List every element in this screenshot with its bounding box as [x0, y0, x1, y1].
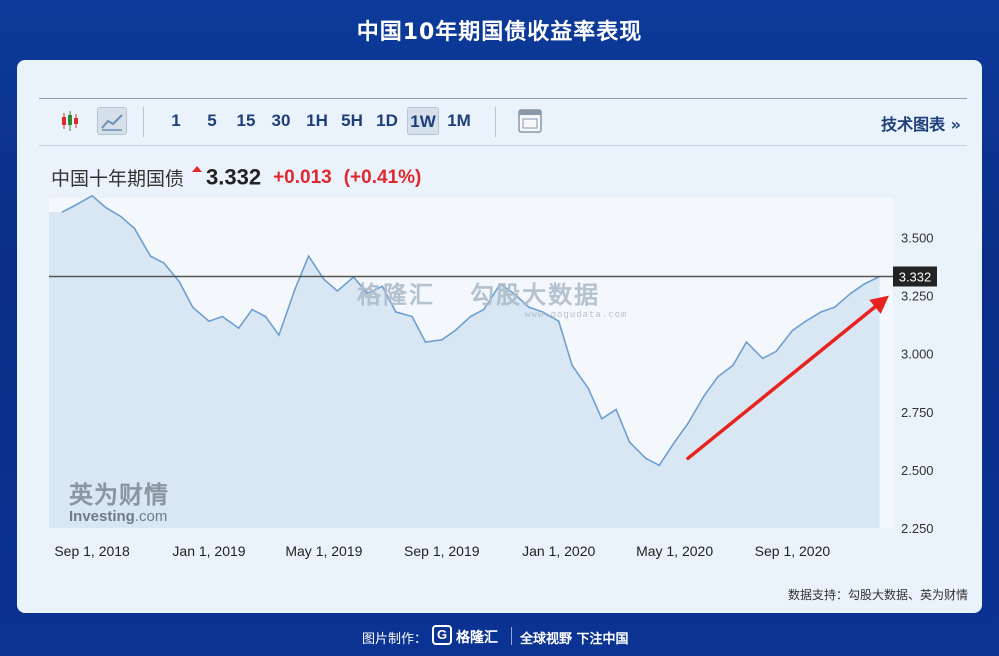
data-point	[294, 287, 297, 290]
data-point	[264, 315, 267, 318]
data-point	[557, 320, 560, 323]
x-tick-label: Sep 1, 2020	[755, 543, 831, 559]
data-point	[775, 350, 777, 353]
data-point	[120, 215, 122, 218]
data-point	[716, 376, 719, 378]
data-point	[863, 283, 866, 285]
data-point	[178, 280, 181, 283]
data-point	[237, 327, 240, 329]
data-point	[149, 255, 152, 257]
data-point	[687, 422, 689, 425]
data-point	[732, 364, 734, 367]
data-point	[75, 204, 77, 206]
data-point	[104, 206, 107, 209]
data-point	[251, 308, 253, 311]
data-point	[133, 227, 136, 229]
y-tick-label: 3.250	[901, 289, 934, 304]
x-tick-label: Sep 1, 2018	[54, 543, 130, 559]
y-tick-label: 3.500	[901, 231, 934, 246]
footer-slogan: 全球视野 下注中国	[520, 632, 629, 647]
chart-card: 1 5 15 30 1H 5H 1D 1W 1M 技术图表 » 中国十年期国债 3…	[17, 60, 982, 613]
data-point	[208, 320, 210, 323]
page-title: 中国10年期国债收益率表现	[356, 20, 643, 45]
data-point	[307, 255, 310, 257]
data-point	[571, 364, 573, 367]
data-point	[673, 441, 676, 443]
watermark-brand-2: 勾股大数据	[470, 281, 601, 309]
data-point	[191, 306, 194, 308]
data-point	[278, 334, 280, 336]
data-point	[833, 306, 836, 308]
y-tick-label: 2.750	[901, 405, 934, 420]
data-point	[791, 329, 794, 332]
data-source-note: 数据支持：勾股大数据、英为财情	[787, 588, 968, 602]
investing-watermark-cn: 英为财情	[69, 481, 169, 509]
data-point	[454, 329, 457, 332]
footer-brand: 格隆汇	[456, 630, 498, 646]
footer-label: 图片制作：	[362, 632, 428, 647]
data-point	[323, 278, 325, 281]
data-point	[820, 311, 822, 313]
data-point	[61, 211, 64, 213]
data-point	[658, 464, 660, 467]
x-tick-label: May 1, 2019	[285, 543, 362, 559]
footer: 图片制作： G 格隆汇 全球视野 下注中国	[0, 623, 999, 649]
yield-chart: 2.250 2.500 2.750 3.000 3.250 3.500 Sep 1, 20…	[49, 194, 937, 559]
x-tick-label: Jan 1, 2020	[522, 543, 595, 559]
data-point	[601, 418, 603, 420]
watermark-brand-1: 格隆汇	[357, 281, 435, 309]
investing-watermark: 英为财情 Investing.com	[69, 475, 169, 525]
y-tick-label: 2.500	[901, 463, 934, 478]
data-point	[587, 387, 590, 390]
x-tick-label: May 1, 2020	[636, 543, 713, 559]
data-point	[850, 292, 852, 295]
data-point	[703, 394, 706, 397]
x-tick-label: Sep 1, 2019	[404, 543, 480, 559]
y-tick-label: 3.000	[901, 347, 934, 362]
data-point	[163, 262, 165, 264]
data-point	[628, 441, 631, 443]
data-point	[645, 457, 647, 460]
investing-watermark-suffix: .com	[134, 508, 168, 525]
data-point	[441, 339, 443, 341]
data-point	[336, 290, 339, 292]
x-tick-label: Jan 1, 2019	[172, 543, 245, 559]
data-point	[761, 357, 764, 360]
data-point	[91, 194, 93, 197]
data-point	[615, 408, 617, 411]
watermark-url: www.gogudata.com	[525, 310, 628, 320]
data-point	[805, 320, 807, 323]
data-point	[424, 341, 427, 343]
investing-watermark-en: Investing	[69, 508, 135, 525]
footer-divider	[511, 627, 512, 645]
data-point	[745, 341, 748, 343]
watermark-brands: 格隆汇 勾股大数据 www.gogudata.com	[357, 275, 627, 320]
y-tick-label: 2.250	[901, 521, 934, 536]
last-value-label: 3.332	[899, 270, 932, 285]
data-point	[221, 315, 224, 318]
gelonghui-logo-icon: G	[432, 625, 452, 645]
